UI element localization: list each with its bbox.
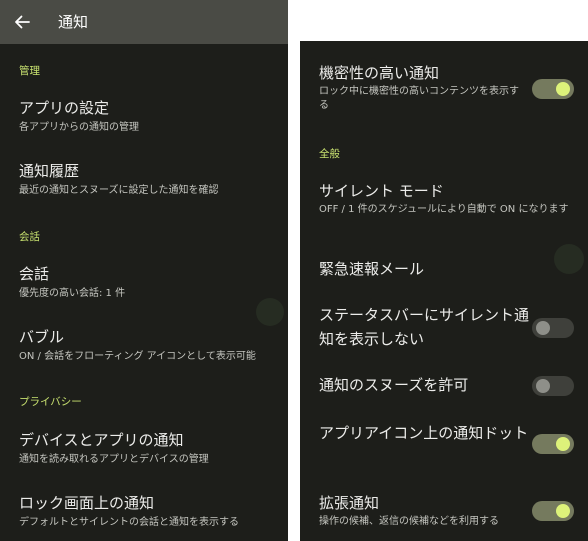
hide-silent-status-bar-toggle[interactable] xyxy=(532,318,574,338)
device-app-notifications-title: デバイスとアプリの通知 xyxy=(19,431,184,449)
allow-snooze-toggle[interactable] xyxy=(532,376,574,396)
app-settings-item[interactable]: アプリの設定 各アプリからの通知の管理 xyxy=(0,98,288,142)
conversations-title: 会話 xyxy=(19,265,50,283)
notification-history-summary: 最近の通知とスヌーズに設定した通知を確認 xyxy=(19,185,219,196)
section-header-conversation: 会話 xyxy=(19,231,40,243)
section-header-manage: 管理 xyxy=(19,65,40,77)
enhanced-notifications-title: 拡張通知 xyxy=(319,494,380,512)
hide-silent-status-bar-title: ステータスバーにサイレント通知を表示しない xyxy=(319,306,530,348)
sensitive-notifications-toggle[interactable] xyxy=(532,79,574,99)
right-settings-screen: 機密性の高い通知 ロック中に機密性の高いコンテンツを表示する 全般 サイレント … xyxy=(300,41,588,541)
section-header-general: 全般 xyxy=(319,148,340,160)
conversations-summary: 優先度の高い会話: 1 件 xyxy=(19,288,126,299)
left-settings-screen: 通知 管理 アプリの設定 各アプリからの通知の管理 通知履歴 最近の通知とスヌー… xyxy=(0,0,288,541)
app-settings-title: アプリの設定 xyxy=(19,99,110,117)
enhanced-notifications-toggle[interactable] xyxy=(532,501,574,521)
device-app-notifications-item[interactable]: デバイスとアプリの通知 通知を読み取れるアプリとデバイスの管理 xyxy=(0,430,288,474)
floating-bubble-icon[interactable] xyxy=(256,298,284,326)
toggle-thumb xyxy=(556,437,570,451)
conversations-item[interactable]: 会話 優先度の高い会話: 1 件 xyxy=(0,264,288,308)
notification-history-title: 通知履歴 xyxy=(19,162,80,180)
allow-snooze-title: 通知のスヌーズを許可 xyxy=(319,376,469,394)
page-title: 通知 xyxy=(58,13,89,31)
toggle-thumb xyxy=(556,82,570,96)
bubbles-summary: ON / 会話をフローティング アイコンとして表示可能 xyxy=(19,351,256,362)
notification-dot-toggle[interactable] xyxy=(532,434,574,454)
notification-dot-title: アプリアイコン上の通知ドット xyxy=(319,424,529,442)
device-app-notifications-summary: 通知を読み取れるアプリとデバイスの管理 xyxy=(19,454,209,465)
lockscreen-notifications-summary: デフォルトとサイレントの会話と通知を表示する xyxy=(19,517,239,528)
app-bar: 通知 xyxy=(0,0,288,44)
sensitive-notifications-summary: ロック中に機密性の高いコンテンツを表示する xyxy=(319,86,519,111)
silent-mode-summary: OFF / 1 件のスケジュールにより自動で ON になります xyxy=(319,204,569,215)
sensitive-notifications-title: 機密性の高い通知 xyxy=(319,64,440,82)
floating-bubble-icon[interactable] xyxy=(554,244,584,274)
app-settings-summary: 各アプリからの通知の管理 xyxy=(19,122,139,133)
notification-history-item[interactable]: 通知履歴 最近の通知とスヌーズに設定した通知を確認 xyxy=(0,161,288,205)
toggle-thumb xyxy=(536,379,550,393)
enhanced-notifications-summary: 操作の候補、返信の候補などを利用する xyxy=(319,516,499,527)
arrow-left-icon[interactable] xyxy=(11,11,33,33)
silent-mode-title: サイレント モード xyxy=(319,182,444,200)
bubbles-title: バブル xyxy=(19,328,65,346)
bubbles-item[interactable]: バブル ON / 会話をフローティング アイコンとして表示可能 xyxy=(0,327,288,371)
emergency-alerts-title: 緊急速報メール xyxy=(319,260,425,278)
lockscreen-notifications-item[interactable]: ロック画面上の通知 デフォルトとサイレントの会話と通知を表示する xyxy=(0,493,288,537)
section-header-privacy: プライバシー xyxy=(19,396,82,408)
toggle-thumb xyxy=(536,321,550,335)
toggle-thumb xyxy=(556,504,570,518)
lockscreen-notifications-title: ロック画面上の通知 xyxy=(19,494,155,512)
